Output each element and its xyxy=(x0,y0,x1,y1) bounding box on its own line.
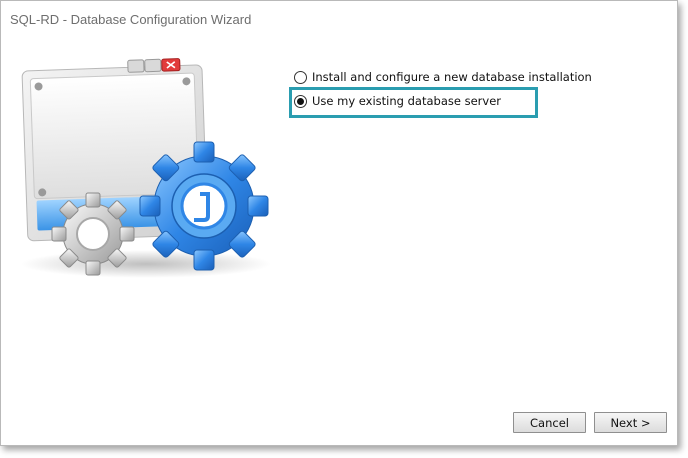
radio-install-new[interactable] xyxy=(294,70,307,84)
option-install-new-database[interactable]: Install and configure a new database ins… xyxy=(294,68,592,86)
selection-highlight-box xyxy=(289,87,538,118)
wizard-window: SQL-RD - Database Configuration Wizard I… xyxy=(0,0,678,446)
next-button[interactable]: Next > xyxy=(594,412,667,433)
database-config-wizard-icon xyxy=(11,56,281,290)
cancel-button[interactable]: Cancel xyxy=(513,412,586,433)
window-title: SQL-RD - Database Configuration Wizard xyxy=(10,12,252,27)
option-install-new-label: Install and configure a new database ins… xyxy=(312,70,592,84)
